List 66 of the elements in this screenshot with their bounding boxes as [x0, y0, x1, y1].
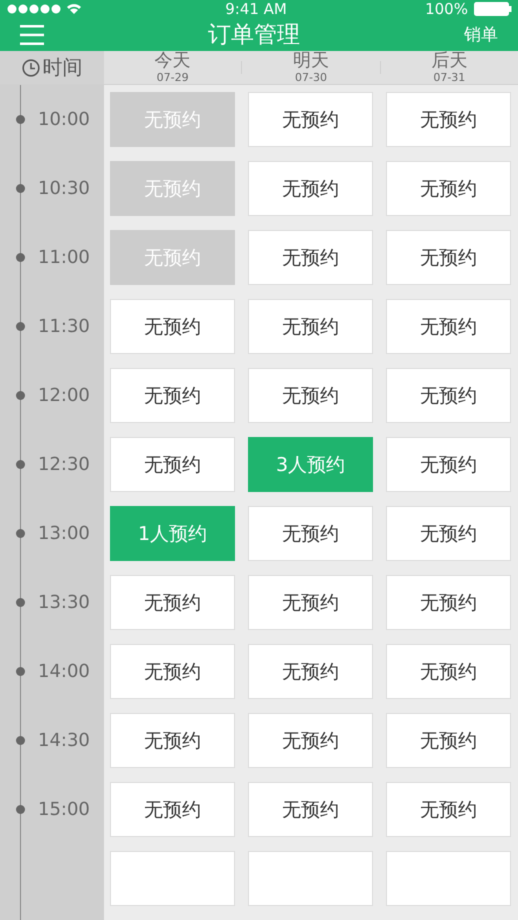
booking-slot[interactable]: 无预约	[248, 506, 373, 561]
booking-slot[interactable]: 无预约	[386, 92, 511, 147]
timeline-dot	[16, 391, 25, 400]
time-label: 14:30	[38, 730, 90, 751]
time-column-label: 时间	[42, 54, 82, 82]
booking-slot[interactable]: 无预约	[248, 575, 373, 630]
booking-slot[interactable]: 无预约	[386, 368, 511, 423]
battery-percent: 100%	[425, 0, 468, 18]
day-date: 07-31	[433, 71, 466, 84]
booking-slot[interactable]: 无预约	[248, 92, 373, 147]
page-title: 订单管理	[208, 21, 300, 50]
booking-slot[interactable]: 无预约	[248, 644, 373, 699]
booking-slot[interactable]: 无预约	[248, 161, 373, 216]
booking-slot[interactable]: 无预约	[386, 437, 511, 492]
booking-slot[interactable]: 无预约	[110, 782, 235, 837]
booking-slot[interactable]	[386, 851, 511, 906]
time-label: 12:00	[38, 385, 90, 406]
booking-slot[interactable]: 无预约	[386, 506, 511, 561]
time-label: 13:30	[38, 592, 90, 613]
timeline-dot	[16, 598, 25, 607]
booking-slot[interactable]: 无预约	[110, 368, 235, 423]
time-label: 15:00	[38, 799, 90, 820]
timeline-dot	[16, 253, 25, 262]
booking-slot[interactable]: 无预约	[110, 575, 235, 630]
booking-slot[interactable]: 无预约	[386, 782, 511, 837]
booking-slot[interactable]: 无预约	[386, 575, 511, 630]
booking-slot[interactable]	[248, 851, 373, 906]
clock-icon	[22, 58, 40, 77]
booking-slot[interactable]: 无预约	[386, 161, 511, 216]
booking-slot[interactable]: 无预约	[386, 230, 511, 285]
clock-time: 9:41 AM	[225, 0, 287, 18]
timeline-dot	[16, 184, 25, 193]
timeline-dot	[16, 322, 25, 331]
booking-slot[interactable]: 无预约	[386, 644, 511, 699]
day-name: 今天	[154, 51, 191, 71]
timeline-dot	[16, 736, 25, 745]
day-date: 07-29	[156, 71, 189, 84]
timeline-dot	[16, 529, 25, 538]
time-label: 10:00	[38, 109, 90, 130]
battery-icon	[474, 2, 512, 16]
time-label: 13:00	[38, 523, 90, 544]
booking-slot[interactable]: 无预约	[248, 230, 373, 285]
booking-slot[interactable]: 无预约	[248, 368, 373, 423]
booking-slot[interactable]: 无预约	[110, 437, 235, 492]
time-label: 12:30	[38, 454, 90, 475]
booking-slot[interactable]: 无预约	[248, 713, 373, 768]
timeline-dot	[16, 460, 25, 469]
day-name: 明天	[292, 51, 329, 71]
booking-slot[interactable]: 无预约	[248, 299, 373, 354]
booking-slot[interactable]: 无预约	[110, 299, 235, 354]
time-label: 10:30	[38, 178, 90, 199]
booking-slot[interactable]: 无预约	[386, 713, 511, 768]
booking-slot[interactable]: 无预约	[386, 299, 511, 354]
booking-slot[interactable]: 无预约	[248, 782, 373, 837]
booking-slot[interactable]: 无预约	[110, 644, 235, 699]
booking-slot[interactable]	[110, 851, 235, 906]
booking-slot[interactable]: 无预约	[110, 713, 235, 768]
time-label: 14:00	[38, 661, 90, 682]
time-label: 11:30	[38, 316, 90, 337]
day-name: 后天	[431, 51, 468, 71]
timeline-dot	[16, 805, 25, 814]
timeline-dot	[16, 115, 25, 124]
menu-icon[interactable]	[20, 24, 44, 45]
timeline-dot	[16, 667, 25, 676]
day-date: 07-30	[295, 71, 327, 84]
time-label: 11:00	[38, 247, 90, 268]
